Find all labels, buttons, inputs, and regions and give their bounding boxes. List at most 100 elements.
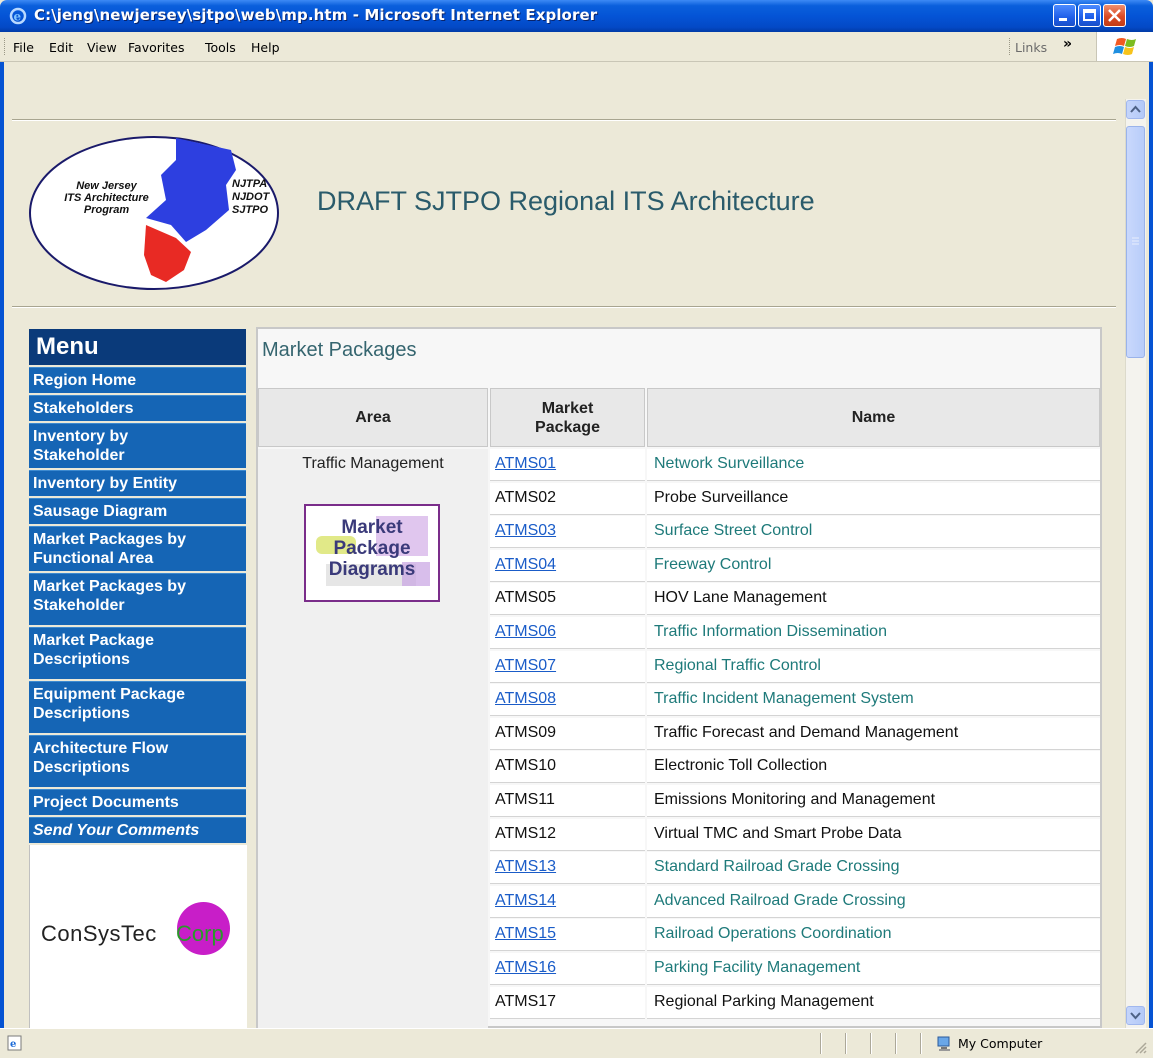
market-package-name: Probe Surveillance	[647, 483, 1100, 515]
status-separator	[870, 1033, 872, 1054]
arrow-down-icon	[1130, 1012, 1141, 1020]
status-bar: e My Computer	[0, 1028, 1153, 1058]
maximize-button[interactable]	[1078, 4, 1101, 27]
nav-equipment-package-descriptions[interactable]: Equipment Package Descriptions	[29, 681, 246, 733]
top-rule	[12, 119, 1116, 121]
market-package-code: ATMS02	[490, 483, 645, 515]
status-separator	[845, 1033, 847, 1054]
menu-favorites[interactable]: Favorites	[128, 40, 184, 55]
close-icon	[1108, 9, 1121, 22]
nav-inventory-by-stakeholder[interactable]: Inventory by Stakeholder	[29, 423, 246, 468]
market-package-code: ATMS10	[490, 751, 645, 783]
page-status-icon: e	[7, 1035, 22, 1051]
ie-icon: e	[9, 7, 27, 25]
column-header-name: Name	[647, 388, 1100, 447]
market-package-name[interactable]: Railroad Operations Coordination	[647, 919, 1100, 951]
market-package-name: HOV Lane Management	[647, 583, 1100, 615]
page-viewport: New Jersey ITS Architecture Program NJTPA N…	[4, 62, 1124, 1028]
svg-text:e: e	[10, 1039, 16, 1050]
menu-tools[interactable]: Tools	[205, 40, 236, 55]
title-bar: e C:\jeng\newjersey\sjtpo\web\mp.htm - M…	[0, 0, 1153, 32]
toolbar-grip[interactable]	[4, 38, 8, 55]
market-package-name: Traffic Forecast and Demand Management	[647, 718, 1100, 750]
market-package-code[interactable]: ATMS16	[490, 953, 645, 985]
market-package-code: ATMS09	[490, 718, 645, 750]
market-package-name[interactable]: Surface Street Control	[647, 516, 1100, 548]
status-separator	[895, 1033, 897, 1054]
arrow-up-icon	[1130, 105, 1141, 113]
market-package-code[interactable]: ATMS13	[490, 852, 645, 884]
nav-market-package-descriptions[interactable]: Market Package Descriptions	[29, 627, 246, 679]
status-separator	[820, 1033, 822, 1054]
market-package-code[interactable]: ATMS04	[490, 550, 645, 582]
nav-project-documents[interactable]: Project Documents	[29, 789, 246, 815]
consystec-logo: ConSysTec	[41, 921, 157, 946]
menu-edit[interactable]: Edit	[49, 40, 73, 55]
minimize-icon	[1059, 18, 1067, 21]
nav-send-your-comments[interactable]: Send Your Comments	[29, 817, 246, 843]
svg-text:e: e	[14, 10, 22, 24]
market-package-code[interactable]: ATMS06	[490, 617, 645, 649]
grip-icon	[1132, 237, 1139, 245]
market-package-diagrams-button[interactable]: Market Package Diagrams	[304, 504, 440, 602]
my-computer-icon	[937, 1036, 950, 1051]
market-package-code: ATMS12	[490, 819, 645, 851]
nav-market-packages-by-functional-area[interactable]: Market Packages by Functional Area	[29, 526, 246, 571]
column-header-area: Area	[258, 388, 488, 447]
diagram-button-label-1: Market	[341, 517, 403, 538]
scroll-down-button[interactable]	[1126, 1006, 1145, 1025]
links-toolbar[interactable]: Links	[1015, 40, 1047, 55]
market-package-name[interactable]: Traffic Information Dissemination	[647, 617, 1100, 649]
market-package-name: Virtual TMC and Smart Probe Data	[647, 819, 1100, 851]
market-package-code[interactable]: ATMS08	[490, 684, 645, 716]
maximize-icon	[1083, 9, 1096, 21]
market-package-code[interactable]: ATMS01	[490, 449, 645, 481]
scroll-up-button[interactable]	[1126, 100, 1145, 119]
nav-market-packages-by-stakeholder[interactable]: Market Packages by Stakeholder	[29, 573, 246, 625]
section-title: Market Packages	[262, 339, 417, 361]
market-package-code[interactable]: ATMS03	[490, 516, 645, 548]
market-package-name[interactable]: Freeway Control	[647, 550, 1100, 582]
menu-view[interactable]: View	[87, 40, 117, 55]
menu-heading: Menu	[29, 329, 246, 365]
minimize-button[interactable]	[1053, 4, 1076, 27]
market-package-code: ATMS17	[490, 987, 645, 1019]
market-package-code: ATMS05	[490, 583, 645, 615]
column-header-market-package: Market Package	[490, 388, 645, 447]
nav-stakeholders[interactable]: Stakeholders	[29, 395, 246, 421]
nav-inventory-by-entity[interactable]: Inventory by Entity	[29, 470, 246, 496]
area-label: Traffic Management	[302, 455, 444, 472]
market-package-name[interactable]: Traffic Incident Management System	[647, 684, 1100, 716]
logo-right-text: NJTPA NJDOT SJTPO	[232, 178, 270, 216]
market-package-name: Emissions Monitoring and Management	[647, 785, 1100, 817]
market-package-name: Electronic Toll Collection	[647, 751, 1100, 783]
menu-help[interactable]: Help	[251, 40, 280, 55]
market-package-name: Regional Parking Management	[647, 987, 1100, 1019]
market-package-name[interactable]: Parking Facility Management	[647, 953, 1100, 985]
menu-bar: File Edit View Favorites Tools Help Link…	[0, 32, 1153, 62]
menu-file[interactable]: File	[13, 40, 34, 55]
logo-left-text: New Jersey ITS Architecture Program	[64, 180, 149, 216]
security-zone-text: My Computer	[958, 1036, 1043, 1051]
market-package-name[interactable]: Network Surveillance	[647, 449, 1100, 481]
status-separator	[920, 1033, 922, 1054]
links-separator	[1009, 38, 1010, 55]
market-package-name[interactable]: Regional Traffic Control	[647, 651, 1100, 683]
market-package-name[interactable]: Standard Railroad Grade Crossing	[647, 852, 1100, 884]
scroll-thumb[interactable]	[1126, 126, 1145, 358]
market-package-code[interactable]: ATMS15	[490, 919, 645, 951]
close-button[interactable]	[1103, 4, 1126, 27]
nav-sausage-diagram[interactable]: Sausage Diagram	[29, 498, 246, 524]
market-package-name[interactable]: Advanced Railroad Grade Crossing	[647, 886, 1100, 918]
diagram-button-label-2: Package	[333, 538, 411, 559]
nav-architecture-flow-descriptions[interactable]: Architecture Flow Descriptions	[29, 735, 246, 787]
chevron-more-icon[interactable]: »	[1063, 36, 1072, 52]
market-package-code[interactable]: ATMS07	[490, 651, 645, 683]
corp-logo-text: Corp	[176, 921, 224, 946]
market-package-code[interactable]: ATMS14	[490, 886, 645, 918]
resize-grip-icon[interactable]	[1134, 1041, 1148, 1055]
diagram-button-label-3: Diagrams	[328, 559, 416, 580]
nav-region-home[interactable]: Region Home	[29, 367, 246, 393]
window-frame-right	[1149, 32, 1153, 1028]
window-title: C:\jeng\newjersey\sjtpo\web\mp.htm - Mic…	[34, 6, 598, 24]
